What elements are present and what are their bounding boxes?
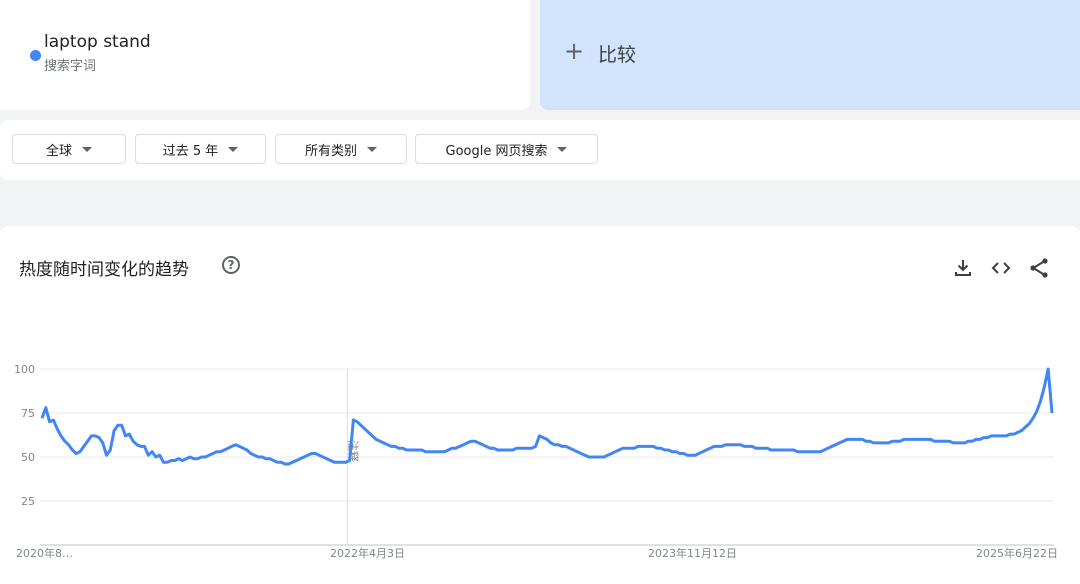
compare-label: 比较 xyxy=(598,44,637,66)
chevron-down-icon xyxy=(82,146,92,152)
category-dropdown[interactable]: 所有类别 xyxy=(275,134,407,164)
chevron-down-icon xyxy=(367,146,377,152)
search-term-type: 搜索字词 xyxy=(44,59,97,74)
plus-icon: + xyxy=(564,37,585,65)
x-tick-label: 2023年11月12日 xyxy=(648,546,737,560)
region-dropdown[interactable]: 全球 xyxy=(12,134,126,164)
chevron-down-icon xyxy=(228,146,239,152)
interest-over-time-card: 热度随时间变化的趋势 ? 100 75 50 25 注释 2020年8… 2022年4月3日… xyxy=(0,226,1080,584)
time-range-dropdown[interactable]: 过去 5 年 xyxy=(135,134,266,164)
trend-chart: 100755025注释2020年8… 2022年4月3日 2023年11月12日 20… xyxy=(14,363,1058,560)
x-tick-label: 2025年6月22日 xyxy=(976,546,1058,560)
y-tick-label: 100 xyxy=(14,363,35,376)
chevron-down-icon xyxy=(557,146,568,152)
series-line-laptop-stand xyxy=(40,367,1054,466)
search-term-name: laptop stand xyxy=(44,32,151,52)
y-tick-label: 25 xyxy=(21,495,35,508)
y-tick-label: 75 xyxy=(21,407,35,420)
x-tick-label: 2020年8… xyxy=(16,546,73,560)
y-tick-label: 50 xyxy=(21,451,35,464)
series-color-dot xyxy=(30,50,41,61)
region-label: 全球 xyxy=(45,143,72,159)
category-label: 所有类别 xyxy=(304,143,357,159)
time-range-label: 过去 5 年 xyxy=(162,143,219,159)
filter-bar: 全球 过去 5 年 所有类别 Google 网页搜索 xyxy=(0,120,1080,180)
compare-button[interactable]: + 比较 xyxy=(540,0,1080,110)
x-tick-label: 2022年4月3日 xyxy=(330,546,405,560)
search-term-card[interactable]: laptop stand 搜索字词 xyxy=(0,0,530,110)
search-type-label: Google 网页搜索 xyxy=(445,143,548,159)
search-type-dropdown[interactable]: Google 网页搜索 xyxy=(415,134,598,164)
